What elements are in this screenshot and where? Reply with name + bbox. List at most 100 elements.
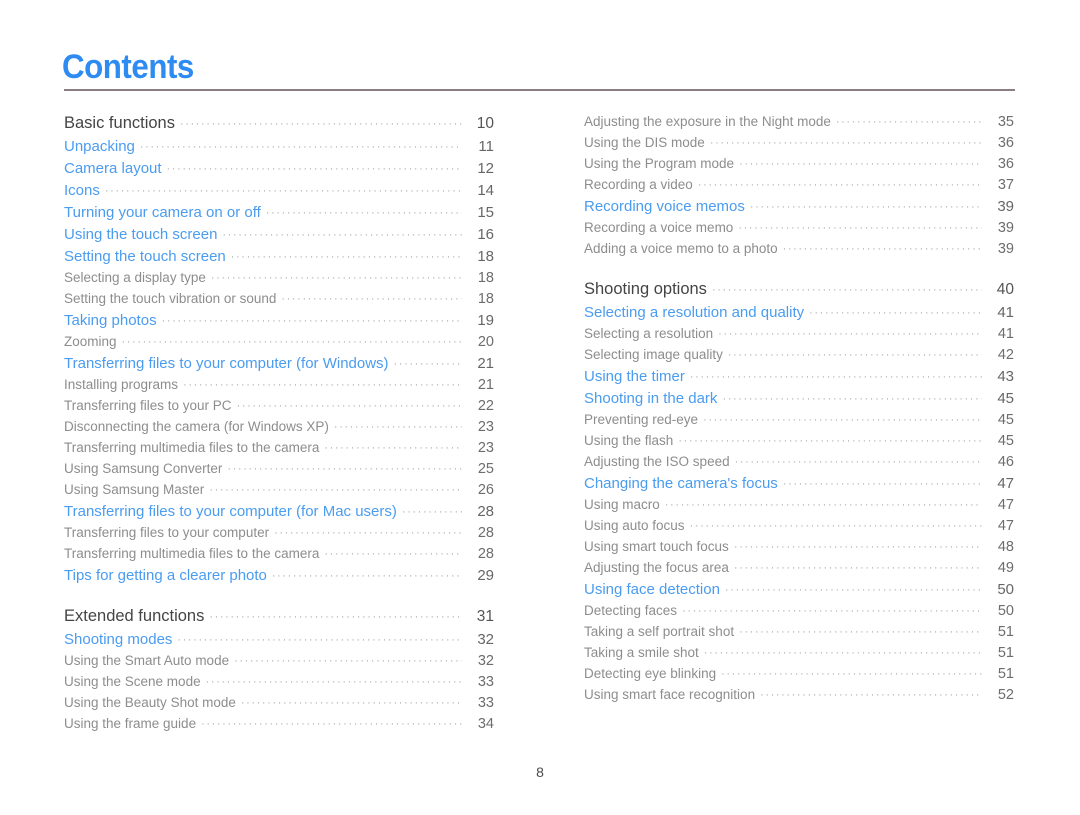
toc-leader-dots: ········································… [227,463,462,475]
toc-entry-page-number: 22 [477,398,494,414]
footer-page-number: 8 [536,764,544,780]
toc-entry-level-3: Selecting image quality ·················… [584,347,1014,368]
toc-entry-page-number: 18 [477,291,494,307]
toc-entry-label: Recording voice memos [584,198,745,215]
toc-entry-level-2[interactable]: Setting the touch screen ················… [64,248,494,270]
toc-entry-label: Using Samsung Converter [64,461,223,476]
toc-entry-level-3: Using smart face recognition ············… [584,687,1014,708]
contents-page: Contents Basic functions ················… [0,0,1080,815]
toc-entry-label: Disconnecting the camera (for Windows XP… [64,419,329,434]
toc-entry-level-2[interactable]: Transferring files to your computer (for… [64,355,494,377]
toc-entry-label: Using the Smart Auto mode [64,653,230,668]
toc-entry-level-2[interactable]: Recording voice memos ···················… [584,198,1014,220]
toc-entry-label: Selecting image quality [584,347,723,362]
page-title: Contents [62,48,194,86]
toc-entry-level-2[interactable]: Using the timer ·························… [584,368,1014,390]
toc-entry-label: Taking a self portrait shot [584,624,735,639]
toc-leader-dots: ········································… [697,179,982,191]
title-divider [64,89,1015,91]
toc-entry-page-number: 18 [477,270,494,286]
toc-entry-page-number: 50 [997,581,1014,598]
toc-entry-label: Using the timer [584,368,685,385]
toc-entry-level-3: Using Samsung Converter ·················… [64,461,494,482]
toc-entry-label: Extended functions [64,607,205,625]
toc-entry-page-number: 50 [997,603,1014,619]
toc-entry-level-2[interactable]: Changing the camera's focus ·············… [584,475,1014,497]
toc-entry-page-number: 52 [997,687,1014,703]
toc-entry-page-number: 45 [997,390,1014,407]
toc-entry-label: Using the Scene mode [64,674,201,689]
toc-entry-label: Turning your camera on or off [64,204,261,221]
toc-entry-level-2[interactable]: Unpacking ·······························… [64,138,494,160]
toc-leader-dots: ········································… [734,456,982,468]
toc-entry-level-1[interactable]: Shooting options ························… [584,280,1014,304]
toc-entry-page-number: 47 [997,518,1014,534]
toc-leader-dots: ········································… [703,647,982,659]
toc-entry-page-number: 28 [477,546,494,562]
toc-leader-dots: ········································… [760,689,982,701]
toc-entry-page-number: 28 [477,503,494,520]
toc-entry-level-2[interactable]: Taking photos ···························… [64,312,494,334]
toc-leader-dots: ········································… [401,506,462,518]
toc-entry-label: Icons [64,182,100,199]
toc-entry-label: Unpacking [64,138,135,155]
toc-entry-page-number: 12 [477,160,494,177]
toc-entry-label: Zooming [64,334,117,349]
toc-leader-dots: ········································… [177,634,462,646]
toc-entry-label: Basic functions [64,114,175,132]
toc-entry-page-number: 47 [997,475,1014,492]
toc-entry-level-2[interactable]: Tips for getting a clearer photo ········… [64,567,494,589]
toc-entry-page-number: 32 [477,631,494,648]
toc-entry-level-3: Using the Scene mode ····················… [64,674,494,695]
toc-entry-level-2[interactable]: Using face detection ····················… [584,581,1014,603]
toc-entry-level-2[interactable]: Shooting modes ··························… [64,631,494,653]
toc-entry-label: Transferring multimedia files to the cam… [64,440,320,455]
toc-entry-page-number: 21 [477,377,494,393]
toc-entry-page-number: 23 [477,419,494,435]
toc-entry-label: Using smart face recognition [584,687,756,702]
toc-entry-level-2[interactable]: Transferring files to your computer (for… [64,503,494,525]
toc-entry-level-1[interactable]: Basic functions ·························… [64,114,494,138]
toc-leader-dots: ········································… [682,605,982,617]
toc-leader-dots: ········································… [722,393,982,405]
toc-entry-level-2[interactable]: Selecting a resolution and quality ······… [584,304,1014,326]
toc-entry-page-number: 25 [477,461,494,477]
toc-entry-level-2[interactable]: Shooting in the dark ····················… [584,390,1014,412]
toc-entry-level-3: Adding a voice memo to a photo ··········… [584,241,1014,262]
toc-entry-level-2[interactable]: Icons ···································… [64,182,494,204]
toc-entry-level-2[interactable]: Camera layout ···························… [64,160,494,182]
toc-entry-page-number: 32 [477,653,494,669]
toc-entry-page-number: 26 [477,482,494,498]
toc-entry-label: Selecting a resolution and quality [584,304,805,321]
toc-entry-label: Using face detection [584,581,720,598]
toc-entry-level-2[interactable]: Turning your camera on or off ···········… [64,204,494,226]
toc-leader-dots: ········································… [718,328,982,340]
toc-entry-page-number: 51 [997,624,1014,640]
toc-entry-level-3: Preventing red-eye ······················… [584,412,1014,433]
toc-entry-level-1[interactable]: Extended functions ······················… [64,607,494,631]
toc-leader-dots: ········································… [210,272,462,284]
toc-entry-level-3: Selecting a display type ················… [64,270,494,291]
toc-entry-level-3: Adjusting the exposure in the Night mode… [584,114,1014,135]
toc-leader-dots: ········································… [274,527,462,539]
toc-entry-label: Transferring files to your computer (for… [64,355,389,372]
toc-leader-dots: ········································… [749,201,982,213]
toc-leader-dots: ········································… [709,137,982,149]
toc-entry-page-number: 10 [476,115,494,132]
toc-leader-dots: ········································… [739,158,982,170]
toc-entry-label: Adjusting the focus area [584,560,729,575]
toc-entry-page-number: 11 [478,138,494,155]
toc-entry-label: Shooting options [584,280,707,298]
toc-entry-page-number: 28 [477,525,494,541]
toc-entry-level-3: Selecting a resolution ··················… [584,326,1014,347]
toc-entry-label: Shooting in the dark [584,390,718,407]
toc-entry-label: Camera layout [64,160,162,177]
toc-entry-page-number: 21 [477,355,494,372]
toc-leader-dots: ········································… [724,584,982,596]
toc-entry-level-3: Taking a self portrait shot ·············… [584,624,1014,645]
toc-entry-level-3: Installing programs ·····················… [64,377,494,398]
toc-entry-level-2[interactable]: Using the touch screen ··················… [64,226,494,248]
toc-entry-page-number: 16 [477,226,494,243]
toc-leader-dots: ········································… [139,141,462,153]
toc-leader-dots: ········································… [689,520,982,532]
